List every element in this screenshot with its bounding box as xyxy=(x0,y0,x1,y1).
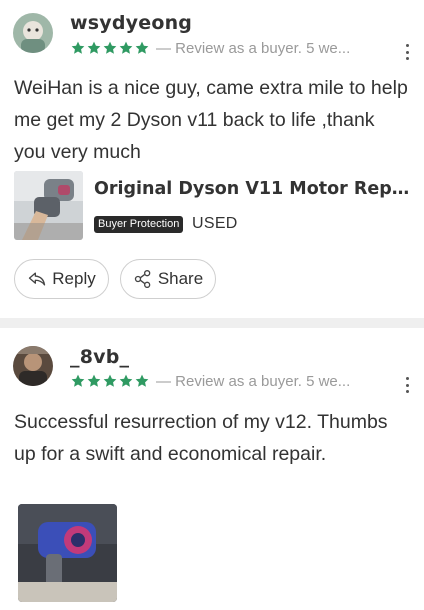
review-text: Successful resurrection of my v12. Thumb… xyxy=(14,411,388,465)
avatar[interactable] xyxy=(13,346,53,386)
reply-icon xyxy=(27,269,47,289)
review-card: _8vb_ — Review as a buyer. 5 we... Succe… xyxy=(0,328,424,610)
star-icon xyxy=(102,40,118,56)
more-vertical-icon[interactable] xyxy=(404,377,410,393)
star-icon xyxy=(102,373,118,389)
review-text: WeiHan is a nice guy, came extra mile to… xyxy=(14,77,408,163)
reply-label: Reply xyxy=(52,269,96,288)
star-icon xyxy=(86,40,102,56)
star-icon xyxy=(118,373,134,389)
product-title[interactable]: Original Dyson V11 Motor Replac... xyxy=(94,179,414,199)
star-icon xyxy=(134,40,150,56)
rating-line: — Review as a buyer. 5 we... xyxy=(70,39,350,57)
review-meta: — Review as a buyer. 5 we... xyxy=(156,372,351,390)
star-rating xyxy=(70,40,150,56)
star-icon xyxy=(70,40,86,56)
star-icon xyxy=(86,373,102,389)
username[interactable]: _8vb_ xyxy=(70,346,129,368)
star-rating xyxy=(70,373,150,389)
username[interactable]: wsydyeong xyxy=(70,12,192,34)
review-photo[interactable] xyxy=(18,504,117,602)
section-divider xyxy=(0,318,424,328)
buyer-protection-badge: Buyer Protection xyxy=(94,216,184,233)
avatar[interactable] xyxy=(13,13,53,53)
product-condition: USED xyxy=(192,215,238,232)
star-icon xyxy=(70,373,86,389)
product-thumbnail[interactable] xyxy=(14,171,83,240)
more-vertical-icon[interactable] xyxy=(404,44,410,60)
product-card[interactable]: Original Dyson V11 Motor Replac... Buyer… xyxy=(14,171,414,241)
star-icon xyxy=(118,40,134,56)
review-meta: — Review as a buyer. 5 we... xyxy=(156,39,351,57)
share-label: Share xyxy=(157,269,204,288)
review-card: wsydyeong — Review as a buyer. 5 we... W… xyxy=(0,0,424,318)
share-button[interactable]: Share xyxy=(120,259,216,299)
share-icon xyxy=(133,269,153,289)
star-icon xyxy=(134,373,150,389)
rating-line: — Review as a buyer. 5 we... xyxy=(70,372,350,390)
reply-button[interactable]: Reply xyxy=(14,259,109,299)
